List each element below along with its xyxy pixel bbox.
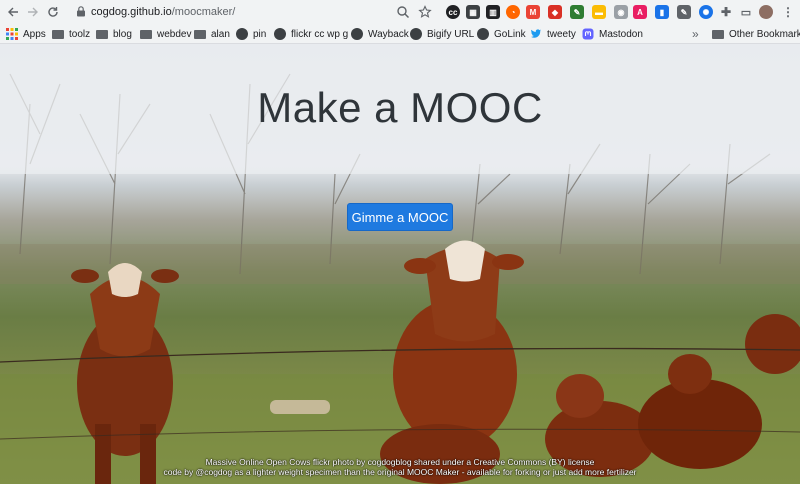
more-menu-icon[interactable]: ⋮ xyxy=(781,5,795,19)
arrow-left-icon xyxy=(8,7,18,17)
bookmark-flickr[interactable]: flickr cc wp g xyxy=(274,26,348,42)
bookmarks-bar: Apps toolz blog webdev alan pin flickr c… xyxy=(0,24,800,44)
bookmark-other[interactable]: Other Bookmarks xyxy=(712,26,800,42)
gimme-mooc-button[interactable]: Gimme a MOOC xyxy=(347,203,453,231)
bookmark-label: blog xyxy=(113,28,132,40)
evernote-extension-icon[interactable]: ✎ xyxy=(570,5,584,19)
reload-button[interactable] xyxy=(44,3,62,21)
bookmark-label: Apps xyxy=(23,28,46,40)
bookmark-label: Other Bookmarks xyxy=(729,28,800,40)
bookmark-label: Wayback xyxy=(368,28,409,40)
bookmark-label: Bigify URL xyxy=(427,28,475,40)
folder-extension-icon[interactable]: ▬ xyxy=(592,5,606,19)
bookmark-toolz[interactable]: toolz xyxy=(52,26,90,42)
rss-extension-icon[interactable]: ◔ xyxy=(506,5,520,19)
bookmark-label: pin xyxy=(253,28,267,40)
twitter-icon xyxy=(530,29,541,38)
gear-extension-icon[interactable]: ✺ xyxy=(699,5,713,19)
profile-avatar[interactable] xyxy=(759,5,773,19)
folder-icon xyxy=(52,30,64,39)
bookmark-star-icon[interactable] xyxy=(418,5,432,19)
globe-icon xyxy=(236,28,248,40)
globe-icon xyxy=(410,28,422,40)
lock-icon xyxy=(77,6,85,17)
apps-grid-icon xyxy=(6,28,18,40)
zoom-icon[interactable] xyxy=(396,5,410,19)
bookmark-golink[interactable]: GoLink xyxy=(477,26,526,42)
bookmark-tweety[interactable]: tweety xyxy=(530,26,576,42)
bookmark-blog[interactable]: blog xyxy=(96,26,132,42)
bookmark-label: toolz xyxy=(69,28,91,40)
bookmark-label: GoLink xyxy=(494,28,526,40)
address-bar[interactable]: cogdog.github.io/moocmaker/ xyxy=(68,2,440,22)
browser-toolbar: cogdog.github.io/moocmaker/ cc ▦ ▥ ◔ M ◆… xyxy=(0,0,800,24)
building-extension-icon[interactable]: ▥ xyxy=(486,5,500,19)
mastodon-icon xyxy=(582,28,594,40)
bookmark-alan[interactable]: alan xyxy=(194,26,230,42)
bookmark-mastodon[interactable]: Mastodon xyxy=(582,26,643,42)
page-content: Make a MOOC Gimme a MOOC Massive Online … xyxy=(0,44,800,484)
bookmark-label: tweety xyxy=(547,28,576,40)
cast-icon[interactable]: ▭ xyxy=(739,5,753,19)
photo-credit: Massive Online Open Cows flickr photo by… xyxy=(0,457,800,477)
archive-extension-icon[interactable]: ▦ xyxy=(466,5,480,19)
camera-extension-icon[interactable]: ◉ xyxy=(614,5,628,19)
bookmark-label: alan xyxy=(211,28,230,40)
bookmark-webdev[interactable]: webdev xyxy=(140,26,191,42)
bookmark-apps[interactable]: Apps xyxy=(6,26,46,42)
folder-icon xyxy=(712,30,724,39)
globe-icon xyxy=(274,28,286,40)
back-button[interactable] xyxy=(4,3,22,21)
credit-line-code: code by @cogdog as a lighter weight spec… xyxy=(163,466,637,477)
folder-icon xyxy=(140,30,152,39)
bookmark-bigify[interactable]: Bigify URL xyxy=(410,26,474,42)
folder-icon xyxy=(96,30,108,39)
bookmark-label: webdev xyxy=(157,28,192,40)
globe-icon xyxy=(351,28,363,40)
bookmark-pin[interactable]: pin xyxy=(236,26,266,42)
bookmarks-overflow-button[interactable]: » xyxy=(692,26,699,42)
book-extension-icon[interactable]: ▮ xyxy=(655,5,669,19)
puzzle-icon[interactable]: ✚ xyxy=(719,5,733,19)
bookmark-label: flickr cc wp g xyxy=(291,28,349,40)
bookmark-label: Mastodon xyxy=(599,28,643,40)
gmail-extension-icon[interactable]: M xyxy=(526,5,540,19)
shield-extension-icon[interactable]: ◆ xyxy=(548,5,562,19)
arrow-right-icon xyxy=(28,7,38,17)
forward-button[interactable] xyxy=(24,3,42,21)
globe-icon xyxy=(477,28,489,40)
page-title: Make a MOOC xyxy=(257,84,543,131)
reload-icon xyxy=(48,7,58,17)
bookmark-wayback[interactable]: Wayback xyxy=(351,26,409,42)
edit-extension-icon[interactable]: ✎ xyxy=(677,5,691,19)
url-text: cogdog.github.io/moocmaker/ xyxy=(91,6,236,18)
cc-extension-icon[interactable]: cc xyxy=(446,5,460,19)
folder-icon xyxy=(194,30,206,39)
a-extension-icon[interactable]: A xyxy=(633,5,647,19)
